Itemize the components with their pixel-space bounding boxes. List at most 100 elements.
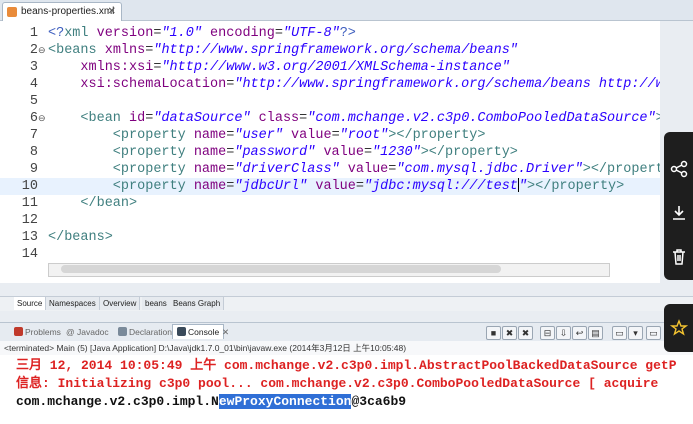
code-line[interactable]: 1 <?xml version="1.0" encoding="UTF-8"?> [0,25,660,42]
remove-launch-icon[interactable]: ✖ [502,326,517,340]
code-token: <bean [48,111,130,126]
code-line[interactable]: 14 [0,246,660,263]
scrollbar-thumb[interactable] [61,265,501,273]
code-token: xmlns [104,43,146,58]
tab-console[interactable]: Console [172,324,225,339]
code-token: version [96,26,154,41]
share-icon[interactable] [670,160,688,178]
code-text: </bean> [48,195,137,212]
editor-tab-label: beans-properties.xml [21,6,115,17]
code-token: "com.mysql.jdbc.Driver" [396,162,583,177]
code-token: ></property> [582,162,660,177]
code-line[interactable]: 7 <property name="user" value="root"></p… [0,127,660,144]
code-token: = [274,26,283,41]
tab-source[interactable]: Source [14,297,47,310]
open-console-icon[interactable]: ▭ [646,326,661,340]
line-number: 14 [21,247,38,262]
code-line[interactable]: 6 ⊖ <bean id="dataSource" class="com.mcha… [0,110,660,127]
clear-console-icon[interactable]: ⊟ [540,326,555,340]
fold-toggle-icon[interactable]: ⊖ [38,42,46,59]
code-token: "dataSource" [153,111,251,126]
code-token: "1.0" [161,26,202,41]
overlay-extra-button[interactable] [664,304,693,352]
code-text: xsi:schemaLocation="http://www.springfra… [48,76,660,93]
tab-beans[interactable]: beans [142,297,171,310]
chevron-down-icon[interactable]: ▾ [628,326,643,340]
display-console-icon[interactable]: ▭ [612,326,627,340]
pin-console-icon[interactable]: ▤ [588,326,603,340]
code-token: value [307,179,356,194]
line-number: 13 [21,230,38,245]
tab-problems[interactable]: Problems [14,325,61,339]
code-token: <property [48,145,194,160]
editor-tab-beans-properties[interactable]: beans-properties.xml ✕ [2,2,122,21]
code-token: <property [48,179,194,194]
code-token: "user" [234,128,283,143]
scroll-lock-icon[interactable]: ⇩ [556,326,571,340]
code-token: ></property> [527,179,625,194]
console-text: com.mchange.v2.c3p0.impl.N [16,394,219,409]
code-token: "UTF-8" [282,26,340,41]
line-number: 10 [21,179,38,194]
view-icon [118,327,127,336]
code-token: "http://www.springframework.org/schema/b… [153,43,518,58]
tab-overview[interactable]: Overview [100,297,141,310]
code-line[interactable]: 12 [0,212,660,229]
tab-label: Console [188,327,220,337]
code-line[interactable]: 9 <property name="driverClass" value="co… [0,161,660,178]
code-text: <bean id="dataSource" class="com.mchange… [48,110,660,127]
code-line[interactable]: 4 xsi:schemaLocation="http://www.springf… [0,76,660,93]
remove-all-icon[interactable]: ✖ [518,326,533,340]
horizontal-scrollbar[interactable] [48,263,610,277]
xml-file-icon [7,7,17,17]
console-output[interactable]: 三月 12, 2014 10:05:49 上午 com.mchange.v2.c… [0,355,693,424]
console-line: 三月 12, 2014 10:05:49 上午 com.mchange.v2.c… [16,358,677,373]
code-token: "driverClass" [234,162,340,177]
editor-tab-bar: beans-properties.xml ✕ [0,0,693,21]
tab-javadoc[interactable]: @ Javadoc [66,325,109,339]
download-icon[interactable] [670,204,688,222]
code-token: "http://www.springframework.org/schema/b… [234,77,660,92]
code-token: encoding [201,26,275,41]
tab-namespaces[interactable]: Namespaces [46,297,100,310]
code-line[interactable]: 3 xmlns:xsi="http://www.w3.org/2001/XMLS… [0,59,660,76]
trash-icon[interactable] [670,248,688,266]
selected-text: ewProxyConnection [218,394,352,409]
code-line[interactable]: 5 [0,93,660,110]
code-token: "jdbcUrl" [234,179,308,194]
line-number: 12 [21,213,38,228]
code-token: value [315,145,364,160]
code-line[interactable]: 8 <property name="password" value="1230"… [0,144,660,161]
code-line[interactable]: 11 </bean> [0,195,660,212]
code-token: name [193,179,227,194]
code-token: <property [48,128,194,143]
code-line[interactable]: 13 </beans> [0,229,660,246]
code-token: "jdbc:mysql:///test [363,179,518,194]
fold-toggle-icon[interactable]: ⊖ [38,110,46,127]
star-icon [670,319,688,336]
tab-label: ✕ [222,327,230,337]
line-number: 9 [29,162,38,177]
code-token: "root" [339,128,389,143]
code-text: <property name="jdbcUrl" value="jdbc:mys… [48,178,624,195]
code-text: <property name="user" value="root"></pro… [48,127,486,144]
terminate-icon[interactable]: ■ [486,326,501,340]
code-line[interactable]: 10 <property name="jdbcUrl" value="jdbc:… [0,178,660,195]
code-token: </bean> [48,196,138,211]
console-text: @3ca6b9 [351,394,407,409]
tab-beans-graph[interactable]: Beans Graph [170,297,225,310]
code-text: <property name="driverClass" value="com.… [48,161,660,178]
line-number: 3 [29,60,38,75]
xml-editor[interactable]: 1 <?xml version="1.0" encoding="UTF-8"?> 2… [0,21,660,283]
tab-declaration[interactable]: Declaration [118,325,172,339]
code-line[interactable]: 2 ⊖ <beans xmlns="http://www.springframewo… [0,42,660,59]
code-text: xmlns:xsi="http://www.w3.org/2001/XMLSch… [48,59,510,76]
word-wrap-icon[interactable]: ↩ [572,326,587,340]
line-number: 4 [29,77,38,92]
code-token: name [193,128,227,143]
code-token: <property [48,162,194,177]
code-token: "http://www.w3.org/2001/XMLSchema-instan… [161,60,510,75]
code-token: xsi:schemaLocation [48,77,227,92]
close-icon[interactable]: ✕ [108,3,116,21]
close-icon[interactable]: ✕ [222,325,229,339]
